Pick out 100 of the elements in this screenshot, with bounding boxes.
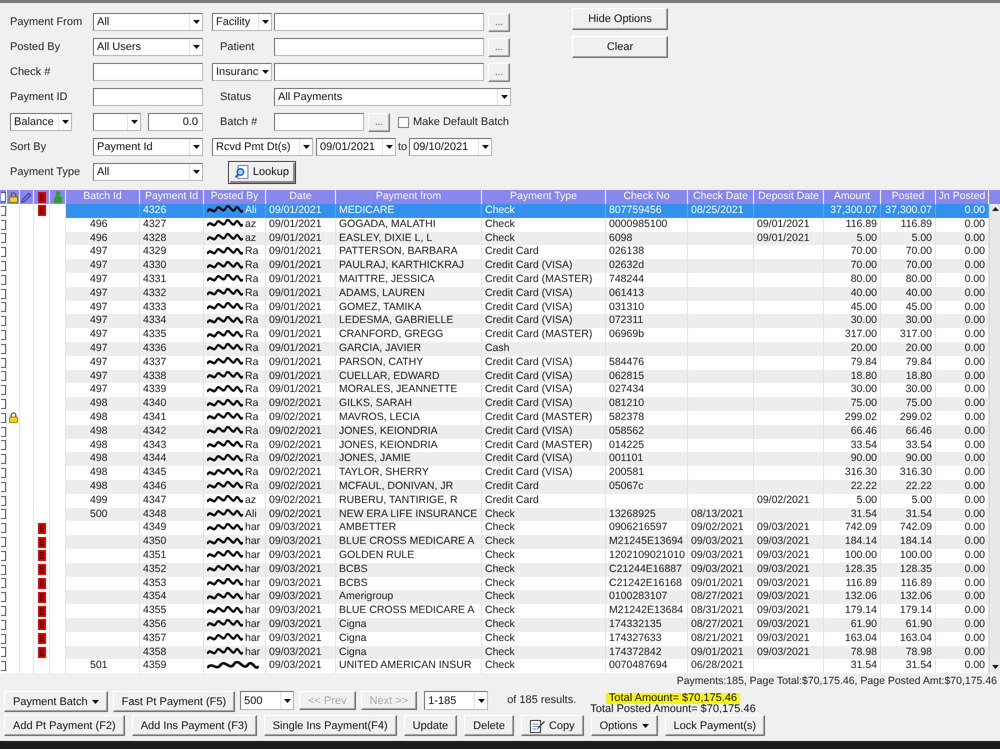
action-button[interactable]: Delete xyxy=(464,715,514,736)
row-checkbox[interactable] xyxy=(0,412,6,423)
row-checkbox[interactable] xyxy=(0,454,6,464)
date-from-select[interactable]: 09/01/2021 xyxy=(316,138,396,156)
table-row[interactable]: 499 4347 az 09/02/2021 RUBERU, TANTIRIGE, R Credit Card 09/02/2021 5.00 5.00 0.00 xyxy=(66,494,989,508)
table-row[interactable]: 498 4344 Ra 09/02/2021 JONES, JAMIE Credit Card (VISA) 001101 90.00 90.00 0.00 xyxy=(66,452,989,466)
action-button[interactable]: Add Ins Payment (F3) xyxy=(132,715,257,736)
row-checkbox[interactable] xyxy=(0,274,6,285)
facility-type-select[interactable]: Facility xyxy=(212,13,272,31)
check-number-field[interactable] xyxy=(93,63,203,81)
copy-button[interactable]: Copy xyxy=(520,715,584,736)
posted-by-select[interactable]: All Users xyxy=(93,38,203,56)
row-checkbox[interactable] xyxy=(0,440,6,450)
menu-button[interactable]: Payment Batch xyxy=(4,691,108,712)
page-size-select[interactable]: 500 xyxy=(240,691,294,710)
date-type-select[interactable]: Rcvd Pmt Dt(s) xyxy=(212,138,313,156)
redaction-scribble xyxy=(207,578,243,589)
table-row[interactable]: 4357 har 09/03/2021 Cigna Check 174327633 08/21/2021 09/03/2021 163.04 163.04 0.00 xyxy=(66,632,989,646)
table-row[interactable]: 498 4343 Ra 09/02/2021 JONES, KEIONDRIA Credit Card (MASTER) 014225 33.54 33.54 0.00 xyxy=(66,438,989,452)
table-row[interactable]: 497 4334 Ra 09/01/2021 LEDESMA, GABRIELLE Credit Card (VISA) 072311 30.00 30.00 0.00 xyxy=(66,314,989,328)
batch-field[interactable] xyxy=(274,113,364,131)
row-checkbox[interactable] xyxy=(0,661,6,672)
row-checkbox[interactable] xyxy=(0,578,6,588)
row-checkbox[interactable] xyxy=(0,316,6,326)
row-checkbox[interactable] xyxy=(0,288,6,299)
table-row[interactable]: 496 4328 az 09/01/2021 EASLEY, DIXIE L, L Check 6098 09/01/2021 5.00 5.00 0.00 xyxy=(66,232,989,246)
table-row[interactable]: 500 4348 Ali 09/02/2021 NEW ERA LIFE INSURANCE Check 13268925 08/13/2021 31.54 31.54 0.00 xyxy=(66,508,989,522)
row-checkbox[interactable] xyxy=(0,302,6,312)
action-button[interactable]: Add Pt Payment (F2) xyxy=(4,715,125,736)
side-button[interactable]: Hide Options xyxy=(572,8,668,30)
row-checkbox[interactable] xyxy=(0,233,6,244)
table-row[interactable]: 4350 har 09/03/2021 BLUE CROSS MEDICARE A Check M21245E13694 09/03/2021 09/03/2021 184.14 184.14 0.00 xyxy=(66,535,989,549)
patient-field[interactable] xyxy=(274,38,484,56)
insurance-field[interactable] xyxy=(274,63,484,81)
select-all-checkbox[interactable] xyxy=(0,192,6,202)
table-row[interactable]: 498 4346 Ra 09/02/2021 MCFAUL, DONIVAN, JR Credit Card 05067c 22.22 22.22 0.00 xyxy=(66,480,989,494)
action-button[interactable]: Lock Payment(s) xyxy=(664,715,766,736)
vertical-scrollbar[interactable] xyxy=(989,204,1000,674)
browse-button[interactable]: ... xyxy=(488,38,510,56)
operator-select[interactable] xyxy=(93,113,141,131)
dropdown-arrow-icon xyxy=(482,145,489,149)
sort-by-select[interactable]: Payment Id xyxy=(93,138,203,156)
browse-button[interactable]: ... xyxy=(488,12,510,32)
status-select[interactable]: All Payments xyxy=(274,88,511,106)
row-checkbox[interactable] xyxy=(0,330,6,340)
browse-button[interactable]: ... xyxy=(368,112,390,132)
table-row[interactable]: 497 4332 Ra 09/01/2021 ADAMS, LAUREN Credit Card (VISA) 061413 40.00 40.00 0.00 xyxy=(66,286,989,301)
table-row[interactable]: 4352 har 09/03/2021 BCBS Check C21244E16887 09/03/2021 09/03/2021 128.35 128.35 0.00 xyxy=(66,562,989,577)
row-checkbox[interactable] xyxy=(0,537,6,548)
lookup-button[interactable]: Lookup xyxy=(228,160,296,184)
row-checkbox[interactable] xyxy=(0,220,6,230)
row-checkbox[interactable] xyxy=(0,426,6,437)
table-row[interactable]: 498 4340 Ra 09/02/2021 GILKS, SARAH Credit Card (VISA) 081210 75.00 75.00 0.00 xyxy=(66,397,989,411)
payment-id-field[interactable] xyxy=(93,88,203,106)
row-checkbox[interactable] xyxy=(0,344,6,354)
row-checkbox[interactable] xyxy=(0,509,6,520)
page-range-select[interactable]: 1-185 xyxy=(424,691,488,710)
row-checkbox[interactable] xyxy=(0,523,6,534)
insurance-type-select[interactable]: Insuranc xyxy=(212,63,272,81)
row-checkbox[interactable] xyxy=(0,247,6,258)
table-row[interactable]: 4356 har 09/03/2021 Cigna Check 174332135 08/27/2021 09/03/2021 61.90 61.90 0.00 xyxy=(66,618,989,632)
table-row[interactable]: 497 4330 Ra 09/01/2021 PAULRAJ, KARTHICKRAJ Credit Card (VISA) 02632d 70.00 70.00 0.00 xyxy=(66,259,989,273)
payment-type-select[interactable]: All xyxy=(93,163,203,181)
row-checkbox[interactable] xyxy=(0,468,6,478)
table-row[interactable]: 4358 har 09/03/2021 Cigna Check 174372842 09/01/2021 09/03/2021 78.98 78.98 0.00 xyxy=(66,646,989,660)
balance-type-select[interactable]: Balance xyxy=(10,113,72,131)
action-button[interactable]: Fast Pt Payment (F5) xyxy=(112,691,236,712)
amount-field[interactable]: 0.0 xyxy=(148,113,203,131)
row-checkbox[interactable] xyxy=(0,550,6,561)
table-row[interactable]: 4354 har 09/03/2021 Amerigroup Check 0100283107 08/27/2021 09/03/2021 132.06 132.06 0.00 xyxy=(66,590,989,604)
row-checkbox[interactable] xyxy=(0,647,6,658)
row-checkbox[interactable] xyxy=(0,620,6,630)
facility-field[interactable] xyxy=(274,13,484,31)
row-checkbox[interactable] xyxy=(0,606,6,616)
table-row[interactable]: 497 4333 Ra 09/01/2021 GOMEZ, TAMIKA Credit Card (VISA) 031310 45.00 45.00 0.00 xyxy=(66,300,989,314)
side-button[interactable]: Clear xyxy=(572,36,668,58)
row-checkbox[interactable] xyxy=(0,634,6,644)
table-row[interactable]: 498 4342 Ra 09/02/2021 JONES, KEIONDRIA Credit Card (VISA) 058562 66.46 66.46 0.00 xyxy=(66,424,989,439)
action-button[interactable]: Single Ins Payment(F4) xyxy=(264,715,397,736)
date-to-select[interactable]: 09/10/2021 xyxy=(409,138,492,156)
row-checkbox[interactable] xyxy=(0,482,6,492)
row-checkbox[interactable] xyxy=(0,358,6,368)
table-row[interactable]: 497 4338 Ra 09/01/2021 CUELLAR, EDWARD Credit Card (VISA) 062815 18.80 18.80 0.00 xyxy=(66,370,989,384)
browse-button[interactable]: ... xyxy=(488,62,510,82)
row-checkbox[interactable] xyxy=(0,496,6,506)
menu-button[interactable]: Options xyxy=(590,715,658,736)
action-button[interactable]: Update xyxy=(404,715,458,736)
table-cell: Ra xyxy=(245,300,258,314)
table-row[interactable]: 4353 har 09/03/2021 BCBS Check C21242E16168 09/01/2021 09/03/2021 116.89 116.89 0.00 xyxy=(66,576,989,590)
table-row[interactable]: 497 4336 Ra 09/01/2021 GARCIA, JAVIER Cash 20.00 20.00 0.00 xyxy=(66,342,989,356)
row-checkbox[interactable] xyxy=(0,206,6,216)
row-checkbox[interactable] xyxy=(0,371,6,382)
row-checkbox[interactable] xyxy=(0,564,6,575)
row-checkbox[interactable] xyxy=(0,261,6,272)
row-checkbox[interactable] xyxy=(0,592,6,602)
row-checkbox[interactable] xyxy=(0,385,6,396)
row-checkbox[interactable] xyxy=(0,399,6,410)
payment-from-select[interactable]: All xyxy=(93,13,203,31)
scroll-up-icon[interactable] xyxy=(992,207,998,211)
checkbox[interactable] xyxy=(398,116,409,128)
